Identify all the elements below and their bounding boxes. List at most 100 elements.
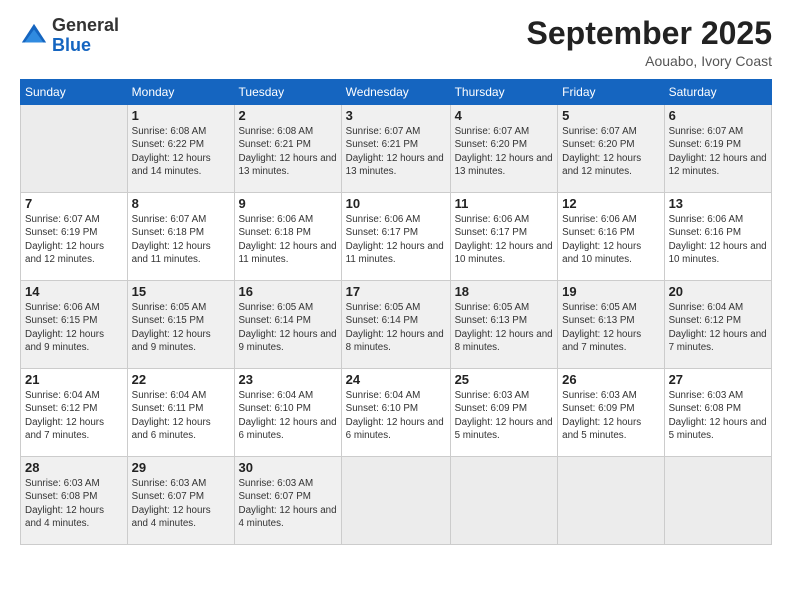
day-detail: Sunrise: 6:06 AM Sunset: 6:16 PM Dayligh… xyxy=(562,213,659,266)
day-detail: Sunrise: 6:07 AM Sunset: 6:18 PM Dayligh… xyxy=(132,213,230,266)
day-detail: Sunrise: 6:06 AM Sunset: 6:18 PM Dayligh… xyxy=(239,213,337,266)
day-detail: Sunrise: 6:05 AM Sunset: 6:13 PM Dayligh… xyxy=(562,301,659,354)
day-number: 7 xyxy=(25,196,123,211)
calendar-cell: 24Sunrise: 6:04 AM Sunset: 6:10 PM Dayli… xyxy=(341,369,450,457)
day-detail: Sunrise: 6:04 AM Sunset: 6:12 PM Dayligh… xyxy=(25,389,123,442)
logo-icon xyxy=(20,22,48,50)
calendar-cell: 30 Sunrise: 6:03 AM Sunset: 6:07 PM Dayli… xyxy=(234,457,341,545)
header-monday: Monday xyxy=(127,80,234,105)
calendar-cell: 9 Sunrise: 6:06 AM Sunset: 6:18 PM Daylig… xyxy=(234,193,341,281)
calendar-cell: 23 Sunrise: 6:04 AM Sunset: 6:10 PM Dayli… xyxy=(234,369,341,457)
day-number: 16 xyxy=(239,284,337,299)
day-number: 2 xyxy=(239,108,337,123)
day-number: 13 xyxy=(669,196,767,211)
day-detail: Sunrise: 6:03 AM Sunset: 6:07 PM Dayligh… xyxy=(239,477,337,530)
calendar-cell: 15 Sunrise: 6:05 AM Sunset: 6:15 PM Dayli… xyxy=(127,281,234,369)
day-detail: Sunrise: 6:08 AM Sunset: 6:21 PM Dayligh… xyxy=(239,125,337,178)
day-detail: Sunrise: 6:07 AM Sunset: 6:21 PM Dayligh… xyxy=(346,125,446,178)
calendar-cell: 8Sunrise: 6:07 AM Sunset: 6:18 PM Daylig… xyxy=(127,193,234,281)
calendar-cell: 27 Sunrise: 6:03 AM Sunset: 6:08 PM Dayli… xyxy=(664,369,771,457)
day-detail: Sunrise: 6:07 AM Sunset: 6:20 PM Dayligh… xyxy=(562,125,659,178)
header-thursday: Thursday xyxy=(450,80,558,105)
calendar-cell: 21 Sunrise: 6:04 AM Sunset: 6:12 PM Dayli… xyxy=(21,369,128,457)
day-number: 24 xyxy=(346,372,446,387)
day-number: 17 xyxy=(346,284,446,299)
calendar-cell: 13Sunrise: 6:06 AM Sunset: 6:16 PM Dayli… xyxy=(664,193,771,281)
calendar-cell: 20Sunrise: 6:04 AM Sunset: 6:12 PM Dayli… xyxy=(664,281,771,369)
calendar-week-row: 7Sunrise: 6:07 AM Sunset: 6:19 PM Daylig… xyxy=(21,193,772,281)
calendar-cell: 14 Sunrise: 6:06 AM Sunset: 6:15 PM Dayli… xyxy=(21,281,128,369)
calendar-cell xyxy=(341,457,450,545)
calendar-cell: 28Sunrise: 6:03 AM Sunset: 6:08 PM Dayli… xyxy=(21,457,128,545)
page: General Blue September 2025 Aouabo, Ivor… xyxy=(0,0,792,612)
day-number: 22 xyxy=(132,372,230,387)
day-detail: Sunrise: 6:04 AM Sunset: 6:12 PM Dayligh… xyxy=(669,301,767,354)
calendar-cell: 26Sunrise: 6:03 AM Sunset: 6:09 PM Dayli… xyxy=(558,369,664,457)
calendar-cell: 11 Sunrise: 6:06 AM Sunset: 6:17 PM Dayli… xyxy=(450,193,558,281)
day-number: 12 xyxy=(562,196,659,211)
day-number: 27 xyxy=(669,372,767,387)
day-number: 3 xyxy=(346,108,446,123)
day-number: 18 xyxy=(455,284,554,299)
day-number: 26 xyxy=(562,372,659,387)
header-friday: Friday xyxy=(558,80,664,105)
day-number: 21 xyxy=(25,372,123,387)
calendar-cell: 16 Sunrise: 6:05 AM Sunset: 6:14 PM Dayli… xyxy=(234,281,341,369)
calendar-table: Sunday Monday Tuesday Wednesday Thursday… xyxy=(20,79,772,545)
calendar-cell xyxy=(558,457,664,545)
day-detail: Sunrise: 6:05 AM Sunset: 6:13 PM Dayligh… xyxy=(455,301,554,354)
day-detail: Sunrise: 6:05 AM Sunset: 6:14 PM Dayligh… xyxy=(239,301,337,354)
calendar-cell xyxy=(450,457,558,545)
header-tuesday: Tuesday xyxy=(234,80,341,105)
calendar-cell: 4 Sunrise: 6:07 AM Sunset: 6:20 PM Daylig… xyxy=(450,105,558,193)
day-detail: Sunrise: 6:04 AM Sunset: 6:10 PM Dayligh… xyxy=(239,389,337,442)
day-number: 10 xyxy=(346,196,446,211)
day-detail: Sunrise: 6:03 AM Sunset: 6:09 PM Dayligh… xyxy=(455,389,554,442)
calendar-week-row: 14 Sunrise: 6:06 AM Sunset: 6:15 PM Dayli… xyxy=(21,281,772,369)
day-detail: Sunrise: 6:04 AM Sunset: 6:11 PM Dayligh… xyxy=(132,389,230,442)
day-detail: Sunrise: 6:06 AM Sunset: 6:17 PM Dayligh… xyxy=(346,213,446,266)
title-section: September 2025 Aouabo, Ivory Coast xyxy=(527,16,772,69)
day-number: 4 xyxy=(455,108,554,123)
header-saturday: Saturday xyxy=(664,80,771,105)
day-number: 11 xyxy=(455,196,554,211)
calendar-cell: 3 Sunrise: 6:07 AM Sunset: 6:21 PM Daylig… xyxy=(341,105,450,193)
day-detail: Sunrise: 6:03 AM Sunset: 6:08 PM Dayligh… xyxy=(669,389,767,442)
calendar-cell: 17 Sunrise: 6:05 AM Sunset: 6:14 PM Dayli… xyxy=(341,281,450,369)
day-detail: Sunrise: 6:05 AM Sunset: 6:15 PM Dayligh… xyxy=(132,301,230,354)
calendar-cell: 12 Sunrise: 6:06 AM Sunset: 6:16 PM Dayli… xyxy=(558,193,664,281)
day-number: 9 xyxy=(239,196,337,211)
calendar-cell: 22 Sunrise: 6:04 AM Sunset: 6:11 PM Dayli… xyxy=(127,369,234,457)
day-detail: Sunrise: 6:06 AM Sunset: 6:17 PM Dayligh… xyxy=(455,213,554,266)
calendar-cell: 25 Sunrise: 6:03 AM Sunset: 6:09 PM Dayli… xyxy=(450,369,558,457)
day-detail: Sunrise: 6:05 AM Sunset: 6:14 PM Dayligh… xyxy=(346,301,446,354)
day-number: 15 xyxy=(132,284,230,299)
header-wednesday: Wednesday xyxy=(341,80,450,105)
calendar-cell: 7Sunrise: 6:07 AM Sunset: 6:19 PM Daylig… xyxy=(21,193,128,281)
logo-general-text: General xyxy=(52,15,119,35)
calendar-week-row: 1Sunrise: 6:08 AM Sunset: 6:22 PM Daylig… xyxy=(21,105,772,193)
day-number: 1 xyxy=(132,108,230,123)
calendar-cell: 6Sunrise: 6:07 AM Sunset: 6:19 PM Daylig… xyxy=(664,105,771,193)
calendar-cell: 5Sunrise: 6:07 AM Sunset: 6:20 PM Daylig… xyxy=(558,105,664,193)
day-detail: Sunrise: 6:07 AM Sunset: 6:19 PM Dayligh… xyxy=(669,125,767,178)
day-number: 23 xyxy=(239,372,337,387)
header: General Blue September 2025 Aouabo, Ivor… xyxy=(20,16,772,69)
day-number: 25 xyxy=(455,372,554,387)
calendar-cell xyxy=(664,457,771,545)
day-number: 14 xyxy=(25,284,123,299)
calendar-week-row: 21 Sunrise: 6:04 AM Sunset: 6:12 PM Dayli… xyxy=(21,369,772,457)
logo-blue-text: Blue xyxy=(52,35,91,55)
day-number: 30 xyxy=(239,460,337,475)
calendar-cell: 29 Sunrise: 6:03 AM Sunset: 6:07 PM Dayli… xyxy=(127,457,234,545)
calendar-cell xyxy=(21,105,128,193)
day-number: 29 xyxy=(132,460,230,475)
calendar-cell: 1Sunrise: 6:08 AM Sunset: 6:22 PM Daylig… xyxy=(127,105,234,193)
header-sunday: Sunday xyxy=(21,80,128,105)
day-detail: Sunrise: 6:03 AM Sunset: 6:07 PM Dayligh… xyxy=(132,477,230,530)
day-detail: Sunrise: 6:07 AM Sunset: 6:20 PM Dayligh… xyxy=(455,125,554,178)
calendar-cell: 18 Sunrise: 6:05 AM Sunset: 6:13 PM Dayli… xyxy=(450,281,558,369)
calendar-cell: 19Sunrise: 6:05 AM Sunset: 6:13 PM Dayli… xyxy=(558,281,664,369)
day-detail: Sunrise: 6:06 AM Sunset: 6:15 PM Dayligh… xyxy=(25,301,123,354)
day-number: 28 xyxy=(25,460,123,475)
